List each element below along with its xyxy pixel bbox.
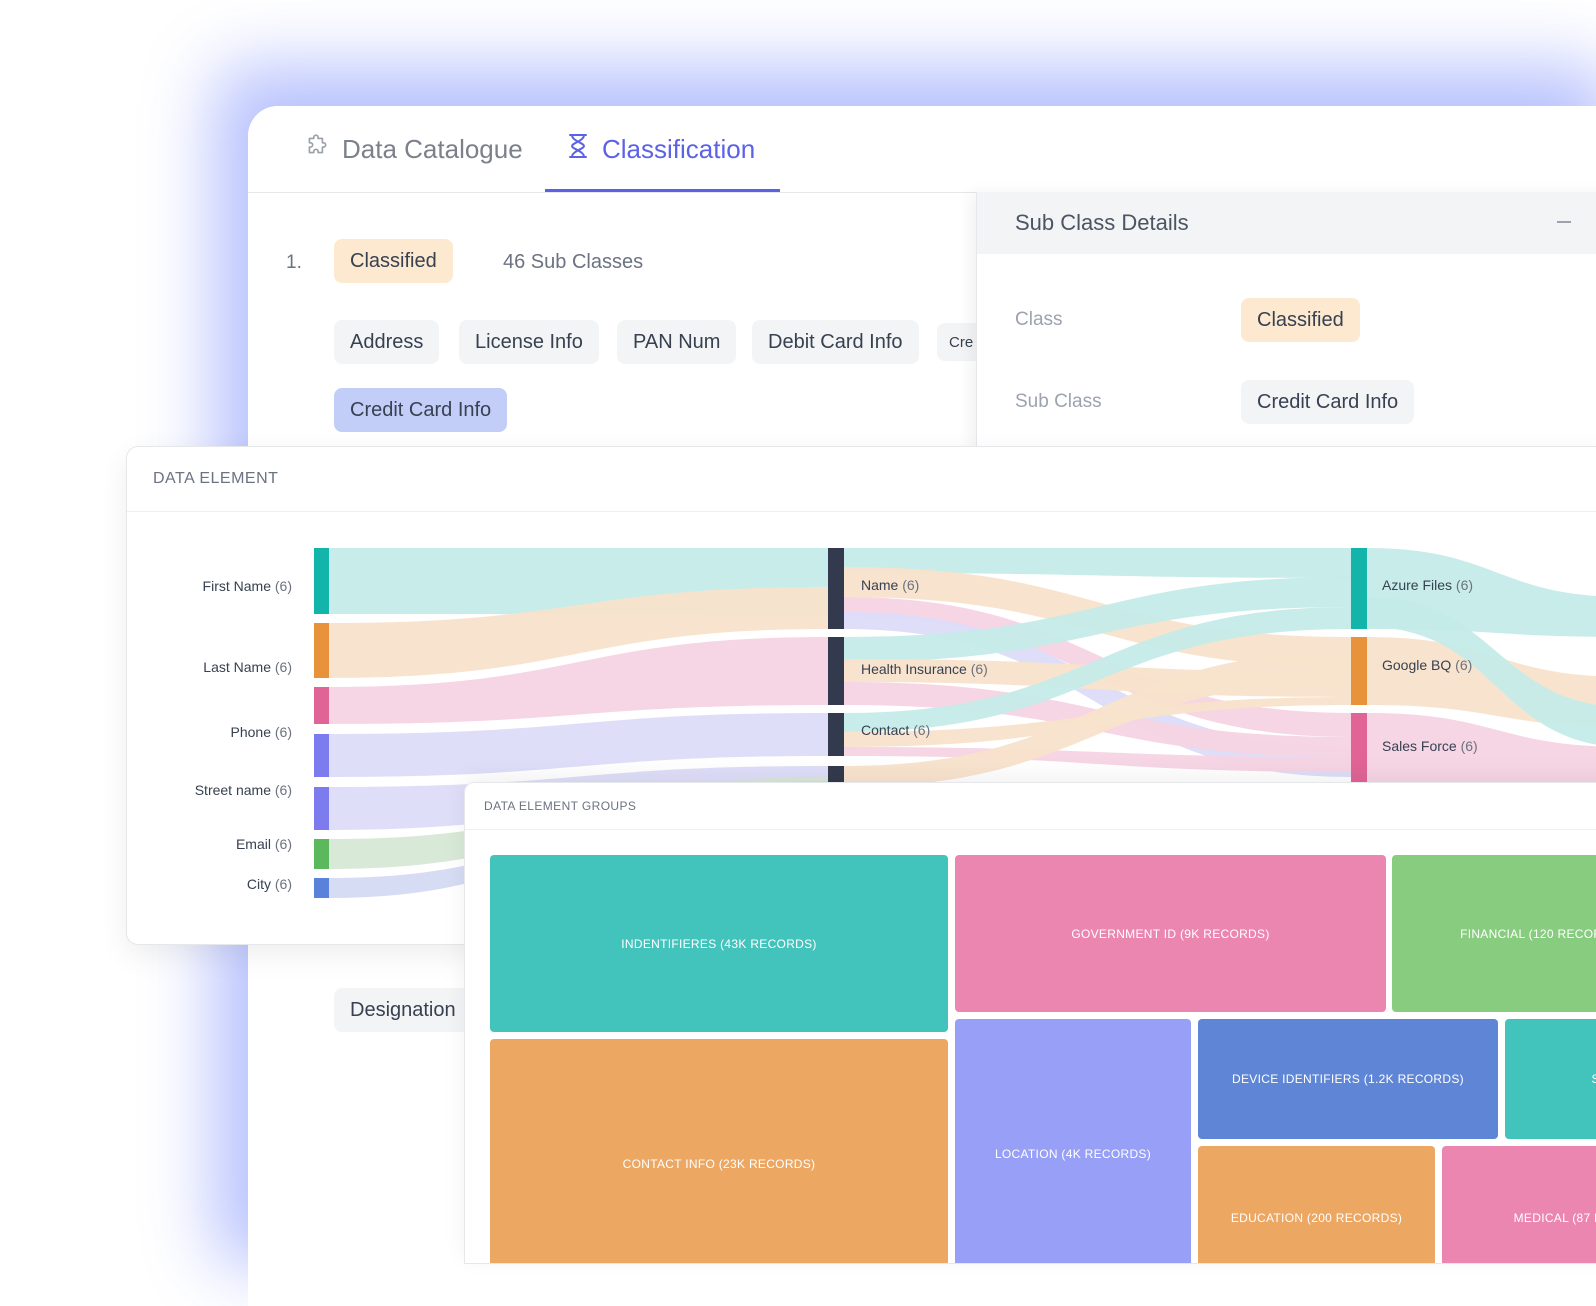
tab-data-catalogue[interactable]: Data Catalogue (304, 106, 523, 192)
treemap-tile-label: INDENTIFIERES (43K RECORDS) (621, 936, 817, 951)
treemap-tile-label: EDUCATION (200 RECORDS) (1230, 1210, 1403, 1225)
sankey-source-label: City (6) (247, 876, 292, 892)
data-element-groups-title: DATA ELEMENT GROUPS (465, 783, 1596, 830)
sankey-source-node[interactable] (314, 839, 329, 869)
data-element-groups-card: DATA ELEMENT GROUPS INDENTIFIERES (43K R… (464, 782, 1596, 1264)
treemap-tile[interactable]: DEVICE IDENTIFIERS (1.2K RECORDS) (1198, 1019, 1498, 1139)
treemap-tile[interactable]: MEDICAL (87 REC (1442, 1146, 1596, 1263)
treemap-tile-label: CONTACT INFO (23K RECORDS) (622, 1157, 816, 1171)
treemap-tile[interactable]: INDENTIFIERES (43K RECORDS) (490, 855, 948, 1032)
sankey-source-node[interactable] (314, 787, 329, 830)
sankey-middle-label: Name (6) (861, 577, 919, 593)
treemap-tile[interactable]: LOCATION (4K RECORDS) (955, 1019, 1191, 1263)
tab-classification[interactable]: Classification (566, 106, 755, 192)
sub-class-chip-license-info[interactable]: License Info (459, 320, 599, 364)
sankey-source-label: Last Name (6) (203, 659, 292, 675)
sankey-target-label: Azure Files (6) (1382, 577, 1473, 593)
sankey-source-label: Street name (6) (195, 782, 292, 798)
tab-bar: Data Catalogue Classification (248, 106, 1596, 193)
sankey-middle-node[interactable] (828, 637, 844, 705)
tab-label: Classification (602, 133, 756, 164)
hourglass-icon (566, 133, 602, 166)
active-tab-indicator (545, 189, 780, 192)
sankey-target-node[interactable] (1351, 713, 1367, 787)
class-label: Class (1015, 309, 1063, 330)
sub-class-chip-pan-num[interactable]: PAN Num (617, 320, 737, 364)
puzzle-icon (304, 133, 342, 166)
sankey-source-label: Phone (6) (231, 724, 293, 740)
treemap-tile-label: DEVICE IDENTIFIERS (1.2K RECORDS) (1232, 1072, 1464, 1086)
sankey-source-label: Email (6) (236, 836, 292, 852)
sankey-middle-node[interactable] (828, 713, 844, 756)
treemap-tile-label: MEDICAL (87 REC (1513, 1210, 1596, 1225)
class-value: Classified (1241, 298, 1360, 342)
sub-class-chip-designation[interactable]: Designation (334, 988, 472, 1032)
sub-class-count: 46 Sub Classes (503, 251, 644, 273)
treemap-tile[interactable]: GOVERNMENT ID (9K RECORDS) (955, 855, 1386, 1012)
sankey-target-label: Google BQ (6) (1382, 657, 1472, 673)
treemap-tile[interactable]: SOC (1505, 1019, 1596, 1139)
collapse-icon[interactable] (1557, 221, 1571, 223)
sankey-source-label: First Name (6) (203, 578, 292, 594)
sankey-middle-label: Health Insurance (6) (861, 661, 988, 677)
sankey-source-node[interactable] (314, 734, 329, 777)
sankey-source-node[interactable] (314, 878, 329, 898)
sankey-source-node[interactable] (314, 623, 329, 678)
row-index: 1. (286, 252, 302, 273)
treemap-tile[interactable]: EDUCATION (200 RECORDS) (1198, 1146, 1435, 1263)
treemap-tile[interactable]: FINANCIAL (120 RECORDS) (1392, 855, 1596, 1012)
treemap-tile[interactable]: CONTACT INFO (23K RECORDS) (490, 1039, 948, 1263)
treemap-tile-label: FINANCIAL (120 RECORDS) (1460, 926, 1596, 941)
sankey-source-node[interactable] (314, 548, 329, 614)
sub-class-chip-address[interactable]: Address (334, 320, 440, 364)
sub-class-chip-debit-card-info[interactable]: Debit Card Info (752, 320, 919, 364)
treemap-tile-label: GOVERNMENT ID (9K RECORDS) (1071, 926, 1270, 941)
details-title: Sub Class Details (977, 192, 1596, 254)
sankey-middle-label: Contact (6) (861, 722, 930, 738)
sub-class-label: Sub Class (1015, 391, 1102, 412)
class-badge[interactable]: Classified (334, 239, 453, 283)
sub-class-value: Credit Card Info (1241, 380, 1415, 424)
treemap-tile-label: LOCATION (4K RECORDS) (994, 1147, 1152, 1161)
tab-label: Data Catalogue (342, 133, 523, 164)
sankey-source-node[interactable] (314, 687, 329, 724)
sankey-target-node[interactable] (1351, 548, 1367, 629)
treemap-tile-label: SOC (1592, 1072, 1596, 1086)
sankey-target-label: Sales Force (6) (1382, 738, 1478, 754)
sankey-middle-node[interactable] (828, 548, 844, 629)
sankey-target-node[interactable] (1351, 637, 1367, 705)
sub-class-chip-credit-card-info[interactable]: Credit Card Info (334, 388, 508, 432)
